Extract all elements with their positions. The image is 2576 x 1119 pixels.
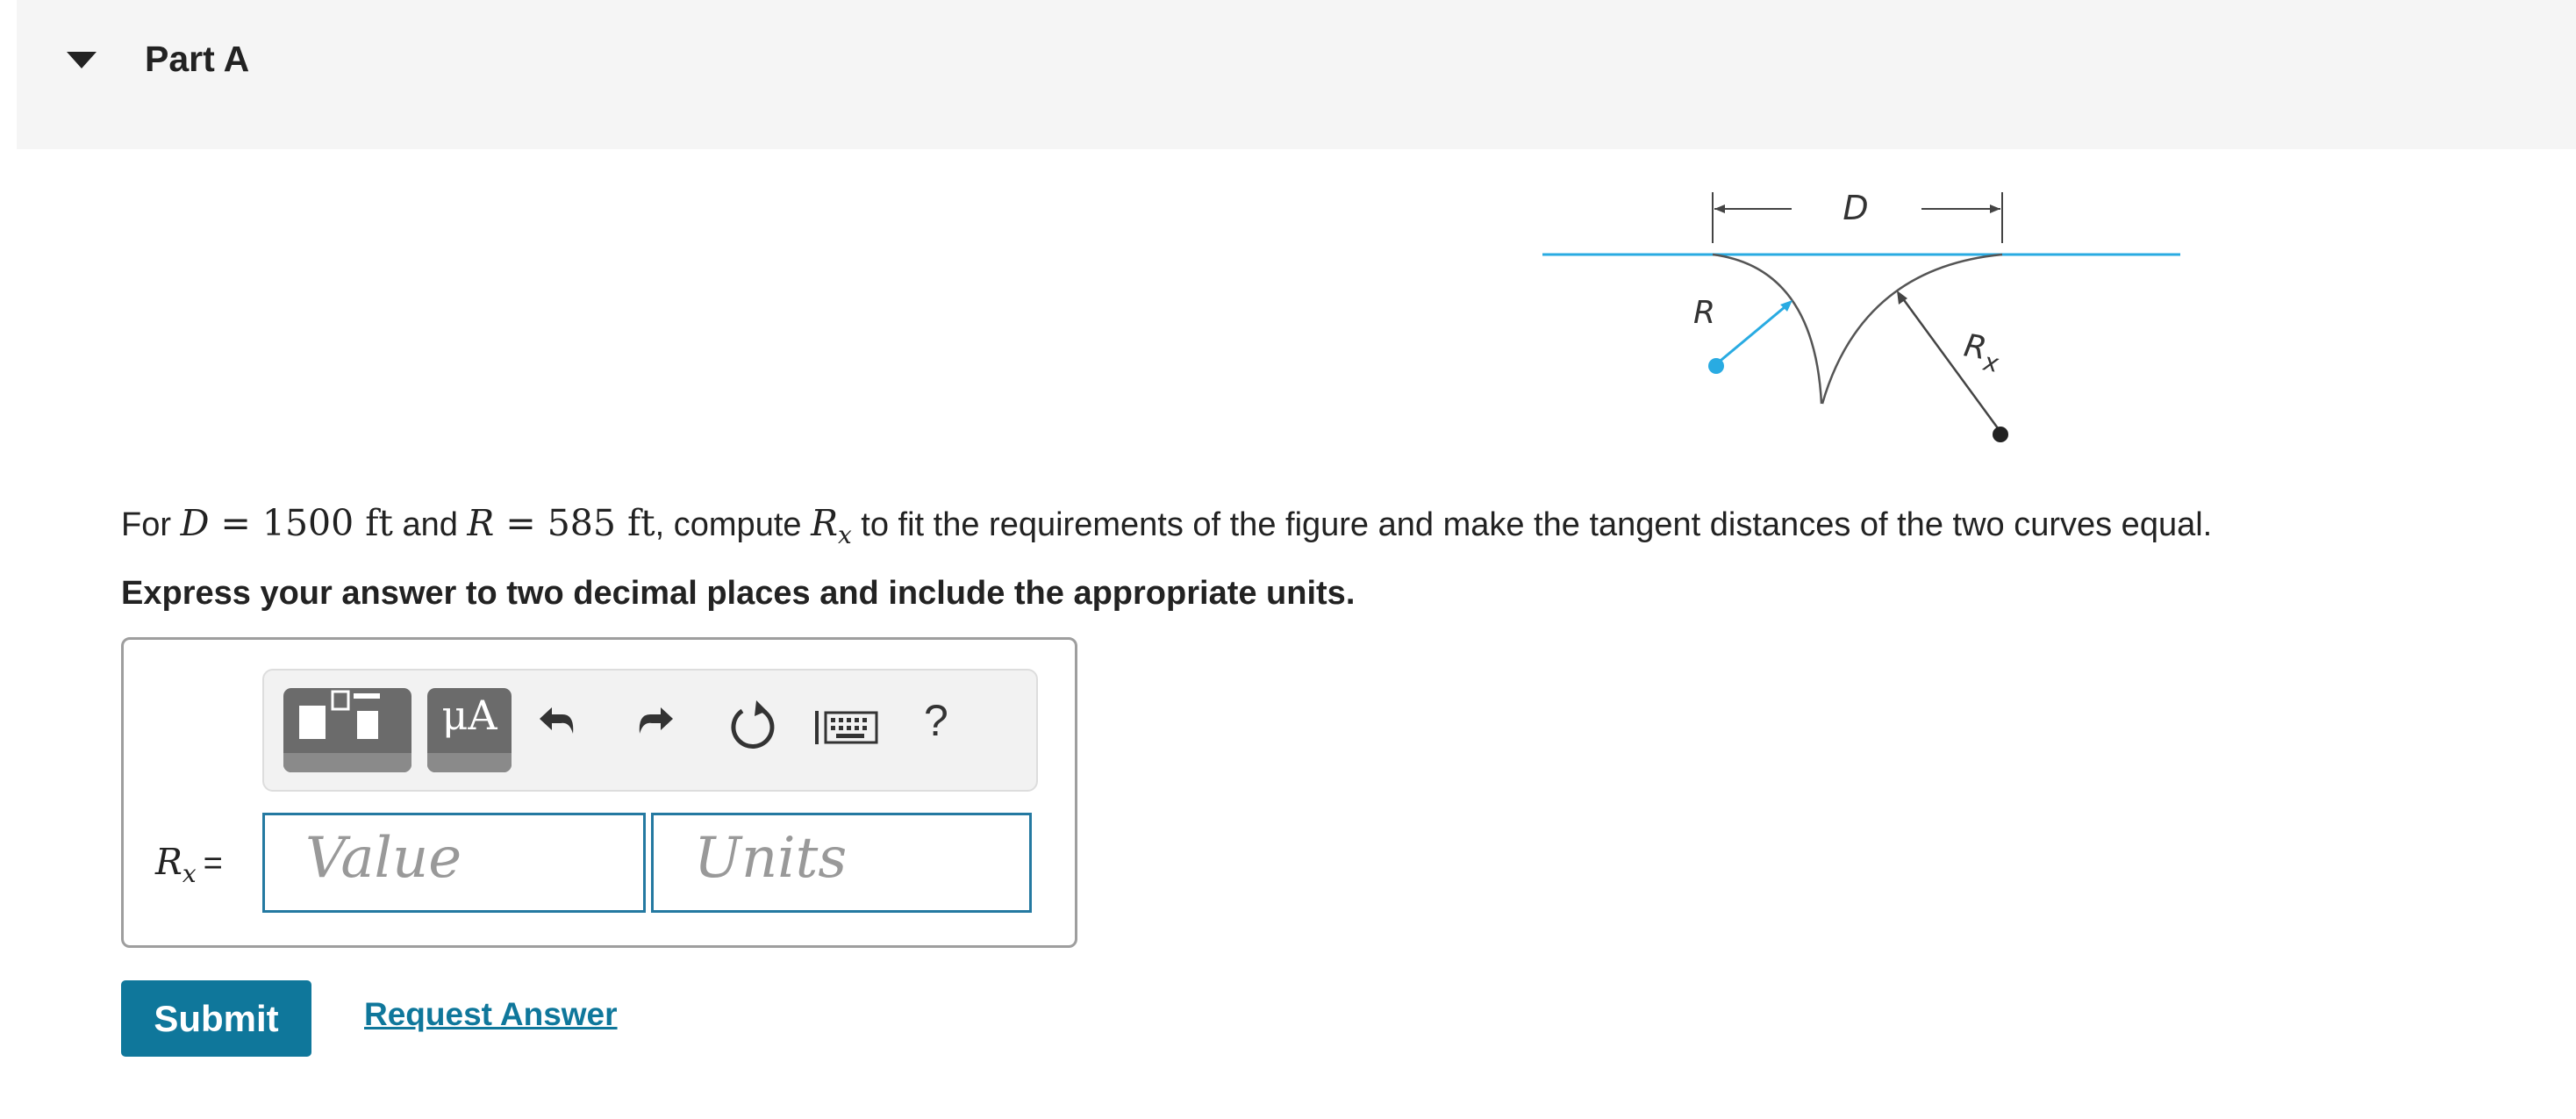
templates-button[interactable] [283, 688, 411, 772]
redo-icon[interactable] [633, 697, 676, 750]
units-button[interactable]: μA [427, 688, 512, 772]
dimension-arrow-left [1714, 204, 1725, 213]
answer-box: μA ? Rx = Value Units [121, 637, 1077, 948]
value-input[interactable]: Value [262, 813, 646, 913]
units-input[interactable]: Units [651, 813, 1032, 913]
request-answer-link[interactable]: Request Answer [364, 996, 618, 1033]
math-toolbar: μA ? [262, 669, 1038, 792]
units-button-label: μA [441, 692, 497, 739]
curve-figure: D R Rx [1535, 180, 2185, 456]
submit-button[interactable]: Submit [121, 980, 311, 1057]
reset-icon[interactable] [726, 697, 779, 753]
curve-diagram: D R Rx [1542, 189, 2180, 442]
answer-instruction: Express your answer to two decimal place… [121, 575, 1356, 612]
keyboard-icon[interactable] [813, 709, 880, 748]
collapse-caret-icon[interactable] [67, 52, 97, 68]
curve-left [1712, 253, 1823, 405]
question-text: For D = 1500 ft and R = 585 ft, compute … [121, 502, 2213, 550]
dimension-arrow-right [1990, 204, 2000, 213]
label-D: D [1843, 189, 1868, 227]
help-button[interactable]: ? [924, 695, 948, 746]
label-R: R [1693, 295, 1715, 331]
templates-icon [299, 690, 380, 739]
center-Rx-point [1993, 427, 2008, 442]
part-title: Part A [145, 39, 250, 79]
center-R-point [1708, 358, 1724, 374]
label-Rx: Rx [1960, 327, 2004, 378]
undo-icon[interactable] [536, 697, 580, 750]
answer-label: Rx = [155, 841, 223, 889]
radius-R-line [1715, 301, 1791, 366]
part-header: Part A [17, 0, 2576, 149]
